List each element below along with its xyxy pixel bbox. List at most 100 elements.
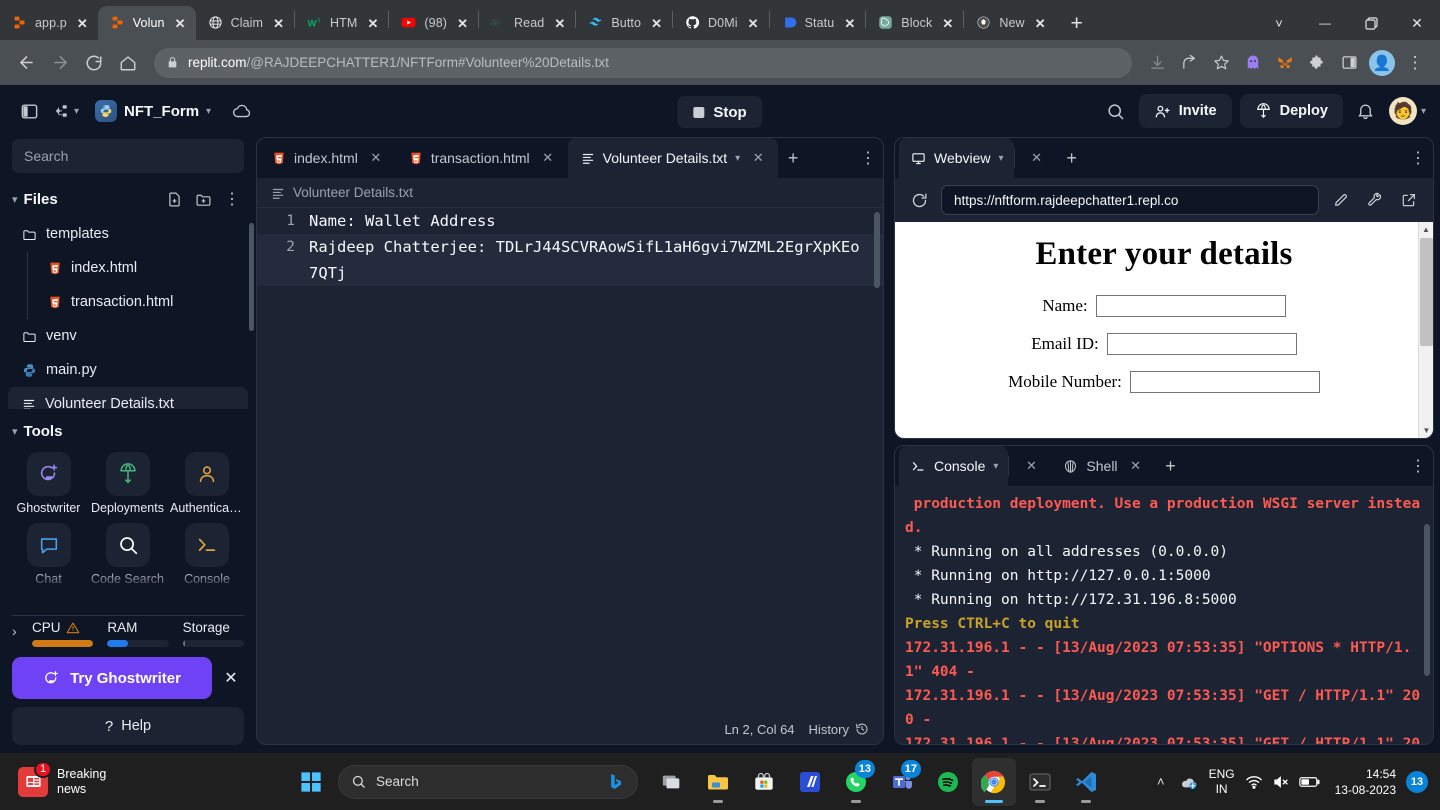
git-branch-icon[interactable]: ▾ — [54, 96, 79, 126]
file-tree-item[interactable]: templates — [8, 217, 248, 251]
tool-item[interactable]: Deployments — [91, 452, 164, 515]
file-tree-item[interactable]: main.py — [8, 353, 248, 387]
new-tab-button[interactable]: + — [1062, 8, 1092, 38]
avatar-chevron-icon[interactable]: ▾ — [1421, 106, 1426, 117]
webview-refresh-icon[interactable] — [907, 192, 931, 209]
code-editor[interactable]: 1 Name: Wallet Address 2 Rajdeep Chatterjee… — [257, 208, 883, 714]
invite-button[interactable]: Invite — [1138, 94, 1232, 128]
clock[interactable]: 14:54 13-08-2023 — [1331, 766, 1396, 798]
windows-start-icon[interactable] — [290, 761, 332, 803]
field-input[interactable] — [1095, 295, 1286, 317]
taskbar-app-vs-code[interactable] — [1064, 758, 1108, 806]
close-icon[interactable]: ✕ — [1126, 456, 1146, 476]
try-ghostwriter-button[interactable]: Try Ghostwriter — [12, 657, 212, 699]
editor-tab[interactable]: Volunteer Details.txt ▾ ✕ — [567, 138, 779, 178]
tool-item[interactable]: Ghostwriter — [12, 452, 85, 515]
close-icon[interactable]: ✕ — [1027, 148, 1047, 168]
webview-url-input[interactable]: https://nftform.rajdeepchatter1.repl.co — [941, 185, 1319, 215]
files-collapse-chevron-icon[interactable]: ▾ — [12, 193, 18, 206]
tools-collapse-chevron-icon[interactable]: ▾ — [12, 425, 18, 438]
close-tab-icon[interactable]: ✕ — [939, 15, 956, 32]
tray-status-icons[interactable] — [1245, 773, 1321, 791]
search-icon[interactable] — [1101, 96, 1131, 126]
help-button[interactable]: ? Help — [12, 707, 244, 745]
close-icon[interactable]: ✕ — [1021, 456, 1041, 476]
editor-menu-icon[interactable]: ⋮ — [853, 138, 883, 178]
wrench-icon[interactable] — [1363, 192, 1387, 208]
close-tab-icon[interactable]: ✕ — [366, 148, 386, 168]
close-console-tab[interactable]: ✕ — [1009, 446, 1051, 486]
console-output[interactable]: production deployment. Use a production … — [895, 486, 1433, 744]
console-scrollbar[interactable] — [1424, 524, 1430, 676]
code-scrollbar[interactable] — [874, 212, 880, 288]
resource-meter[interactable]: Storage — [182, 620, 244, 647]
download-icon[interactable] — [1142, 48, 1172, 78]
webview-menu-icon[interactable]: ⋮ — [1403, 138, 1433, 178]
language-indicator[interactable]: ENG IN — [1209, 767, 1235, 797]
taskbar-app-microsoft-store[interactable] — [742, 758, 786, 806]
close-tab-icon[interactable]: ✕ — [172, 15, 189, 32]
new-folder-icon[interactable] — [191, 187, 215, 211]
reload-button[interactable] — [78, 47, 110, 79]
tool-item[interactable]: Authenticati... — [170, 452, 244, 515]
close-tab-icon[interactable]: ✕ — [841, 15, 858, 32]
dismiss-ghostwriter-icon[interactable]: ✕ — [218, 668, 244, 688]
webview-tab-chevron-icon[interactable]: ▾ — [999, 153, 1004, 164]
forward-button[interactable] — [44, 47, 76, 79]
close-tab-icon[interactable]: ✕ — [551, 15, 568, 32]
file-tree-item[interactable]: transaction.html — [8, 285, 248, 319]
field-input[interactable] — [1129, 371, 1320, 393]
home-button[interactable] — [112, 47, 144, 79]
browser-tab[interactable]: Block ✕ — [866, 6, 963, 40]
close-tab-icon[interactable]: ✕ — [364, 15, 381, 32]
notification-badge[interactable]: 13 — [1406, 770, 1428, 793]
bookmark-star-icon[interactable] — [1206, 48, 1236, 78]
console-menu-icon[interactable]: ⋮ — [1403, 446, 1433, 486]
sidepanel-icon[interactable] — [1334, 48, 1364, 78]
taskbar-app-terminal[interactable] — [1018, 758, 1062, 806]
file-tree-item[interactable]: venv — [8, 319, 248, 353]
files-menu-icon[interactable]: ⋮ — [220, 187, 244, 211]
tab-webview[interactable]: Webview ▾ — [899, 138, 1014, 178]
panel-resize-handle[interactable] — [1136, 438, 1192, 439]
browser-tab[interactable]: app.p ✕ — [0, 6, 98, 40]
taskbar-app-spotify[interactable] — [926, 758, 970, 806]
editor-tab[interactable]: transaction.html ✕ — [396, 138, 568, 178]
sidebar-toggle-icon[interactable] — [14, 96, 44, 126]
file-tree-item[interactable]: index.html — [8, 251, 248, 285]
close-tab-icon[interactable]: ✕ — [270, 15, 287, 32]
close-tab-icon[interactable]: ✕ — [454, 15, 471, 32]
close-tab-icon[interactable]: ✕ — [74, 15, 91, 32]
close-tab-icon[interactable]: ✕ — [1032, 15, 1049, 32]
new-editor-tab-button[interactable]: + — [778, 138, 808, 178]
tab-console[interactable]: Console ▾ — [899, 446, 1009, 486]
taskbar-search-input[interactable]: Search — [338, 764, 638, 799]
field-input[interactable] — [1106, 333, 1297, 355]
browser-tab[interactable]: Statu ✕ — [770, 6, 866, 40]
file-tree-item[interactable]: Volunteer Details.txt — [8, 387, 248, 409]
share-icon[interactable] — [1174, 48, 1204, 78]
open-external-icon[interactable] — [1397, 192, 1421, 208]
taskbar-app-teams[interactable]: 17 — [880, 758, 924, 806]
browser-tab[interactable]: Volun ✕ — [97, 6, 196, 40]
scroll-down-icon[interactable]: ▼ — [1419, 423, 1433, 438]
profile-avatar[interactable]: 👤 — [1369, 49, 1395, 76]
taskbar-app-file-explorer[interactable] — [696, 758, 740, 806]
console-tab-chevron-icon[interactable]: ▾ — [993, 461, 998, 472]
resource-meter[interactable]: CPU — [32, 620, 94, 647]
news-widget[interactable]: 1 Breaking news — [0, 760, 290, 797]
resource-meter[interactable]: RAM — [107, 620, 169, 647]
new-webview-tab-button[interactable]: + — [1057, 138, 1087, 178]
browser-tab[interactable]: (98) ✕ — [389, 6, 478, 40]
browser-tab[interactable]: W 3 HTM ✕ — [295, 6, 388, 40]
close-tab-icon[interactable]: ✕ — [745, 15, 762, 32]
webview-scroll-thumb[interactable] — [1420, 238, 1433, 346]
bing-icon[interactable] — [606, 772, 625, 791]
pencil-icon[interactable] — [1329, 192, 1353, 208]
new-console-tab-button[interactable]: + — [1156, 446, 1186, 486]
browser-tab[interactable]: New ✕ — [964, 6, 1055, 40]
webview-iframe[interactable]: Enter your details Name: Email ID: Mobile … — [895, 222, 1433, 438]
file-tree-scrollbar[interactable] — [249, 223, 254, 331]
project-chip[interactable]: NFT_Form ▾ — [89, 97, 217, 125]
metamask-icon[interactable] — [1270, 48, 1300, 78]
